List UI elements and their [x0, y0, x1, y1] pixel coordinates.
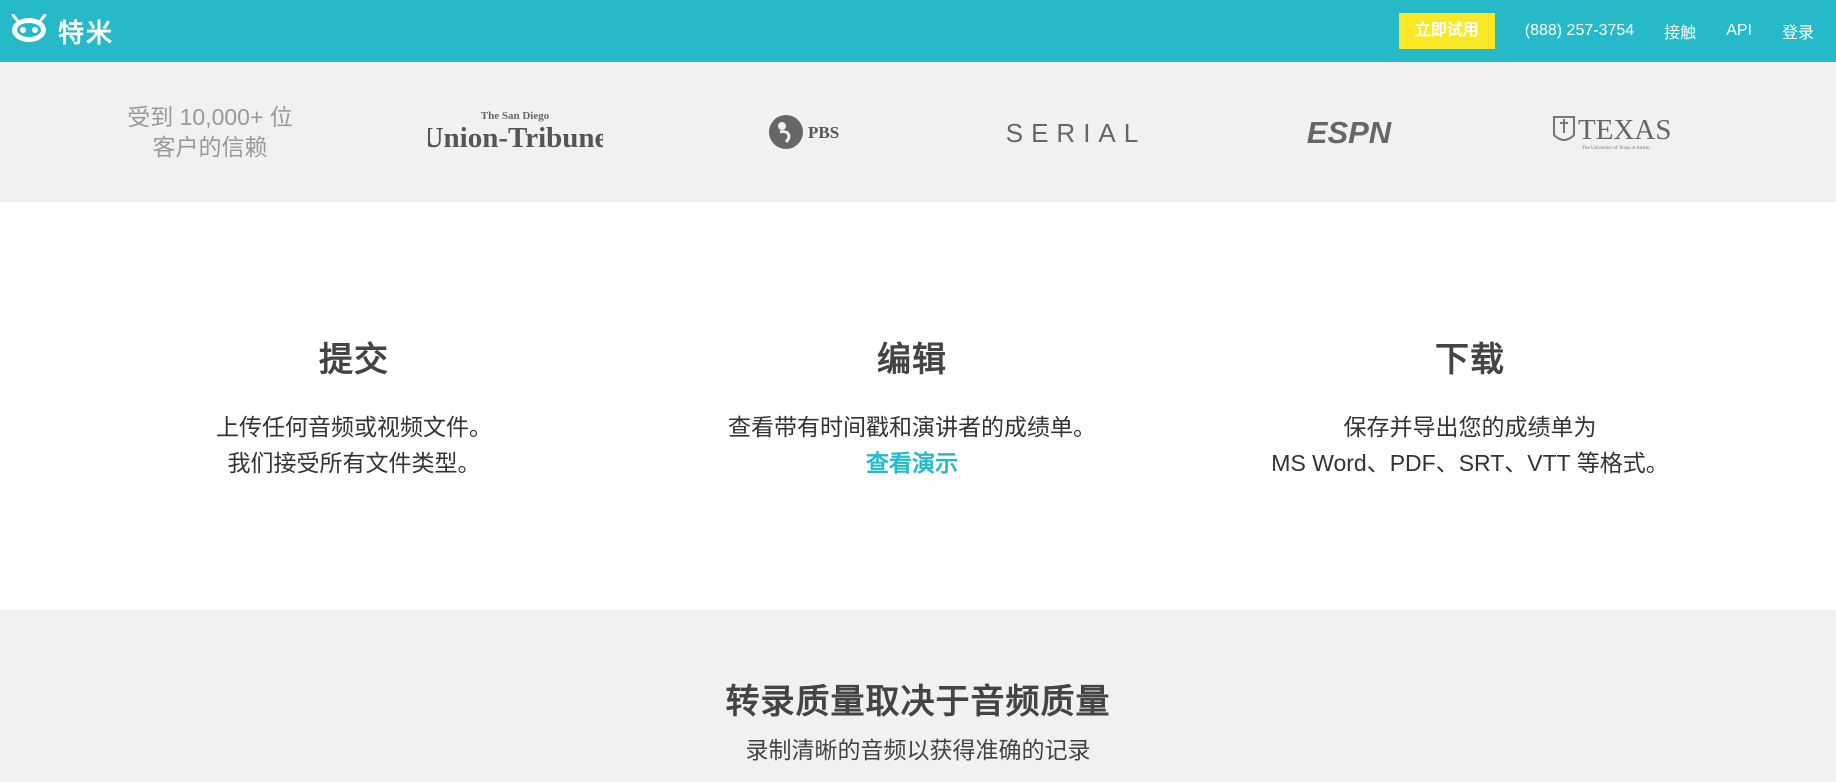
pbs-wordmark: PBS: [808, 123, 839, 142]
top-navigation-bar: 特米 立即试用 (888) 257-3754 接触 API 登录: [0, 0, 1836, 62]
step-edit-title: 编辑: [877, 341, 947, 379]
nav-login-link[interactable]: 登录: [1782, 19, 1814, 43]
pbs-logo: PBS: [768, 62, 848, 202]
serial-logo: SERIAL: [1002, 62, 1150, 202]
nav-contact-link[interactable]: 接触: [1664, 19, 1696, 43]
step-edit-line-1: 查看带有时间戳和演讲者的成绩单。: [728, 414, 1096, 440]
nav-api-link[interactable]: API: [1726, 22, 1752, 40]
step-submit-line-1: 上传任何音频或视频文件。: [216, 414, 492, 440]
step-download-title: 下载: [1435, 341, 1505, 379]
texas-logo: TEXAS The University of Texas at Austin: [1552, 62, 1682, 202]
audio-quality-section: 转录质量取决于音频质量 录制清晰的音频以获得准确的记录: [0, 610, 1836, 782]
view-demo-link[interactable]: 查看演示: [866, 450, 958, 476]
step-download: 下载 保存并导出您的成绩单为 MS Word、PDF、SRT、VTT 等格式。: [1220, 332, 1720, 481]
trusted-by-band: 受到 10,000+ 位 客户的信赖 The San Diego Union-T…: [0, 62, 1836, 202]
union-tribune-logo: The San Diego Union-Tribune: [428, 62, 603, 202]
union-tribune-top: The San Diego: [481, 110, 550, 122]
union-tribune-main: Union-Tribune: [428, 122, 603, 154]
brand-name: 特米: [58, 17, 115, 48]
step-edit: 编辑 查看带有时间戳和演讲者的成绩单。 查看演示: [662, 332, 1162, 481]
quality-subtitle: 录制清晰的音频以获得准确的记录: [745, 737, 1091, 763]
texas-wordmark: TEXAS: [1578, 114, 1671, 146]
how-it-works-section: 提交 上传任何音频或视频文件。 我们接受所有文件类型。 编辑 查看带有时间戳和演…: [0, 202, 1836, 610]
step-submit-line-2: 我们接受所有文件类型。: [227, 450, 481, 476]
step-submit-title: 提交: [319, 341, 389, 379]
trust-line-1: 受到 10,000+ 位: [127, 104, 293, 130]
texas-subtext: The University of Texas at Austin: [1582, 146, 1650, 151]
robot-logo-icon: [10, 13, 48, 49]
step-download-line-1: 保存并导出您的成绩单为: [1343, 414, 1597, 440]
trust-statement: 受到 10,000+ 位 客户的信赖: [110, 102, 310, 162]
quality-title: 转录质量取决于音频质量: [725, 683, 1111, 721]
espn-wordmark: ESPN: [1307, 115, 1392, 150]
step-download-line-2: MS Word、PDF、SRT、VTT 等格式。: [1271, 450, 1669, 476]
serial-wordmark: SERIAL: [1006, 118, 1147, 148]
espn-logo: ESPN: [1303, 62, 1395, 202]
trust-line-2: 客户的信赖: [152, 134, 268, 160]
header-nav: 立即试用 (888) 257-3754 接触 API 登录: [1398, 0, 1814, 62]
step-submit: 提交 上传任何音频或视频文件。 我们接受所有文件类型。: [104, 332, 604, 481]
try-now-button[interactable]: 立即试用: [1398, 13, 1495, 49]
phone-link[interactable]: (888) 257-3754: [1525, 22, 1634, 40]
brand-logo-link[interactable]: 特米: [10, 12, 114, 50]
